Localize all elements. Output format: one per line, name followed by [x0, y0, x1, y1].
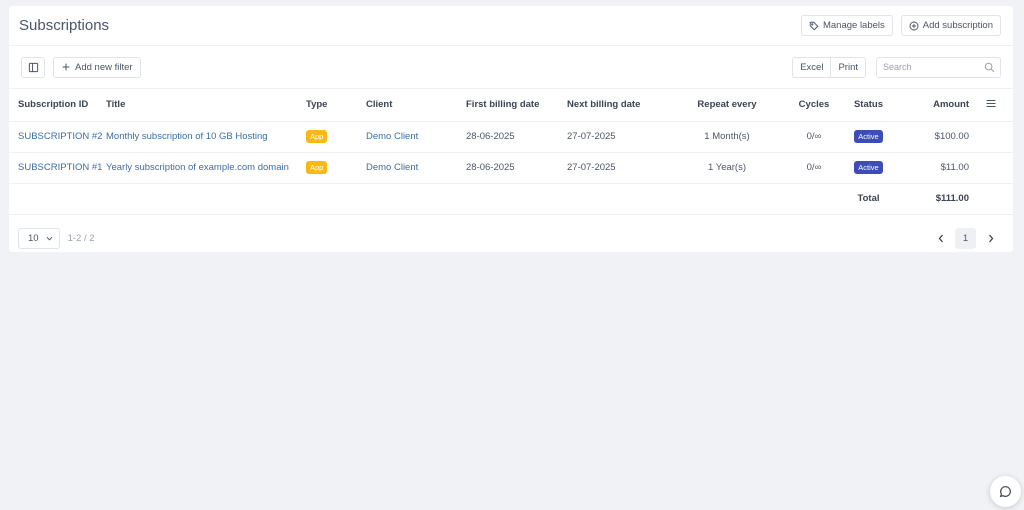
- add-filter-button[interactable]: Add new filter: [53, 56, 141, 78]
- col-next-billing-date[interactable]: Next billing date: [567, 89, 663, 122]
- plus-icon: [62, 63, 70, 71]
- header-actions: Manage labels Add subscription: [800, 15, 1001, 36]
- subscription-title-link[interactable]: Yearly subscription of example.com domai…: [106, 152, 306, 184]
- search-icon[interactable]: [984, 62, 995, 73]
- manage-labels-button[interactable]: Manage labels: [800, 15, 893, 36]
- repeat-every: 1 Month(s): [663, 121, 791, 153]
- subscriptions-card: Subscriptions Manage labels Add subscrip…: [9, 6, 1013, 252]
- type-badge: App: [306, 130, 328, 143]
- chat-icon: [999, 486, 1011, 498]
- search-input[interactable]: [883, 62, 983, 72]
- type-cell: App: [306, 121, 366, 153]
- col-amount[interactable]: Amount: [900, 89, 969, 122]
- row-options-cell: [969, 152, 1013, 184]
- col-repeat-every[interactable]: Repeat every: [663, 89, 791, 122]
- pagination-controls: 1: [930, 228, 1001, 249]
- status-cell: Active: [837, 152, 900, 184]
- toolbar-left: Add new filter: [21, 56, 141, 78]
- plus-circle-icon: [909, 21, 919, 30]
- amount: $100.00: [900, 121, 969, 153]
- print-button[interactable]: Print: [830, 57, 865, 77]
- subscriptions-table: Subscription ID Title Type Client First …: [9, 89, 1013, 215]
- total-spacer: [9, 183, 837, 215]
- columns-toggle-button[interactable]: [21, 56, 45, 78]
- add-filter-label: Add new filter: [75, 61, 133, 73]
- pagination-footer: 10 1-2 / 2 1: [9, 215, 1013, 263]
- col-subscription-id[interactable]: Subscription ID: [9, 89, 106, 122]
- search-box: [876, 56, 1001, 78]
- repeat-every: 1 Year(s): [663, 152, 791, 184]
- table-header-row: Subscription ID Title Type Client First …: [9, 89, 1013, 122]
- toolbar: Add new filter Excel Print: [9, 46, 1013, 89]
- first-billing-date: 28-06-2025: [466, 152, 567, 184]
- status-badge: Active: [854, 161, 883, 174]
- page-title: Subscriptions: [19, 17, 110, 34]
- page-size-select[interactable]: 10: [18, 228, 60, 249]
- export-group: Excel Print: [792, 56, 866, 78]
- menu-icon[interactable]: [986, 99, 996, 108]
- cycles: 0/∞: [791, 121, 837, 153]
- chevron-down-icon: [46, 236, 53, 241]
- col-title[interactable]: Title: [106, 89, 306, 122]
- pagination-range: 1-2 / 2: [67, 233, 95, 244]
- add-subscription-label: Add subscription: [922, 20, 993, 31]
- col-first-billing-date[interactable]: First billing date: [466, 89, 567, 122]
- client-link[interactable]: Demo Client: [366, 152, 466, 184]
- type-badge: App: [306, 161, 328, 174]
- subscription-title-link[interactable]: Monthly subscription of 10 GB Hosting: [106, 121, 306, 153]
- col-client[interactable]: Client: [366, 89, 466, 122]
- chevron-right-icon: [988, 234, 993, 243]
- total-amount: $111.00: [900, 183, 969, 215]
- next-billing-date: 27-07-2025: [567, 152, 663, 184]
- subscription-id-link[interactable]: SUBSCRIPTION #1: [9, 152, 106, 184]
- total-label: Total: [837, 183, 900, 215]
- col-status[interactable]: Status: [837, 89, 900, 122]
- page-size-value: 10: [28, 233, 39, 244]
- prev-page-button[interactable]: [930, 228, 951, 249]
- column-menu[interactable]: [969, 89, 1013, 122]
- status-cell: Active: [837, 121, 900, 153]
- row-options-cell: [969, 121, 1013, 153]
- subscription-id-link[interactable]: SUBSCRIPTION #2: [9, 121, 106, 153]
- col-cycles[interactable]: Cycles: [791, 89, 837, 122]
- table-row: SUBSCRIPTION #1 Yearly subscription of e…: [9, 152, 1013, 184]
- next-billing-date: 27-07-2025: [567, 121, 663, 153]
- toolbar-right: Excel Print: [792, 56, 1001, 78]
- client-link[interactable]: Demo Client: [366, 121, 466, 153]
- tag-icon: [809, 21, 819, 30]
- amount: $11.00: [900, 152, 969, 184]
- chevron-left-icon: [938, 234, 943, 243]
- col-type[interactable]: Type: [306, 89, 366, 122]
- status-badge: Active: [854, 130, 883, 143]
- next-page-button[interactable]: [980, 228, 1001, 249]
- columns-icon: [28, 62, 38, 72]
- cycles: 0/∞: [791, 152, 837, 184]
- add-subscription-button[interactable]: Add subscription: [900, 15, 1001, 36]
- pagination-left: 10 1-2 / 2: [18, 228, 95, 249]
- card-header: Subscriptions Manage labels Add subscrip…: [9, 6, 1013, 46]
- table-row: SUBSCRIPTION #2 Monthly subscription of …: [9, 121, 1013, 153]
- total-row: Total $111.00: [9, 183, 1013, 215]
- chat-button[interactable]: [990, 476, 1021, 507]
- total-empty-cell: [969, 183, 1013, 215]
- first-billing-date: 28-06-2025: [466, 121, 567, 153]
- manage-labels-label: Manage labels: [822, 20, 885, 31]
- type-cell: App: [306, 152, 366, 184]
- page-number-button[interactable]: 1: [955, 228, 976, 249]
- excel-button[interactable]: Excel: [793, 58, 830, 77]
